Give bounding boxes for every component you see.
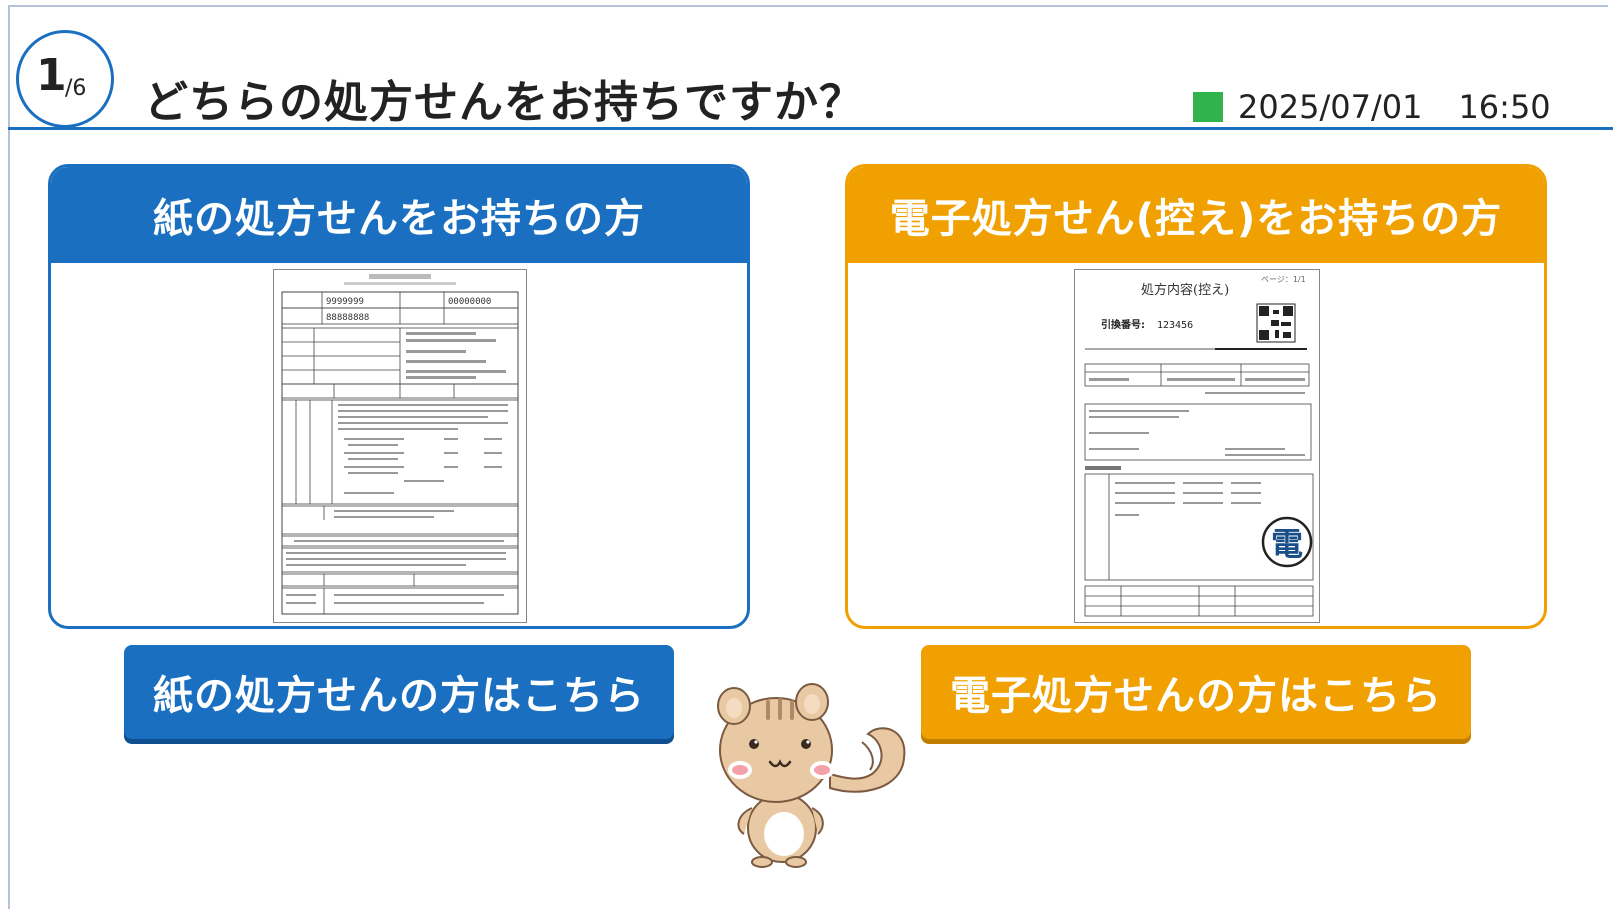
paper-doc-digits-c: 00000000 [448,297,491,307]
current-date: 2025/07/01 [1238,88,1423,126]
step-total: /6 [65,76,87,101]
electronic-prescription-card[interactable]: 電子処方せん(控え)をお持ちの方 処方内容(控え) ページ：1/1 引換番号: … [845,164,1547,629]
paper-prescription-button[interactable]: 紙の処方せんの方はこちら [124,645,674,739]
electronic-prescription-image: 処方内容(控え) ページ：1/1 引換番号: 123456 電 [1074,269,1320,623]
paper-doc-digits-a: 9999999 [326,297,364,307]
electronic-card-title: 電子処方せん(控え)をお持ちの方 [848,167,1544,263]
step-indicator: 1 /6 [16,30,114,128]
current-time: 16:50 [1458,88,1551,126]
qr-code-icon [1256,303,1296,343]
elec-badge-text: 電 [1271,525,1303,563]
elec-doc-title: 処方内容(控え) [1141,282,1229,298]
elec-doc-page: ページ：1/1 [1261,275,1306,284]
elec-doc-ref-number: 123456 [1157,320,1193,331]
paper-card-title: 紙の処方せんをお持ちの方 [51,167,747,263]
status-indicator-icon [1193,92,1223,122]
paper-prescription-image: 9999999 88888888 00000000 [273,269,527,623]
paper-prescription-card[interactable]: 紙の処方せんをお持ちの方 9999999 88888888 00000000 [48,164,750,629]
paper-doc-digits-b: 88888888 [326,313,369,323]
step-current: 1 [36,50,67,101]
elec-doc-ref-label: 引換番号: [1101,318,1145,331]
squirrel-mascot-icon [712,678,922,868]
electronic-badge-icon: 電 [1261,516,1313,568]
electronic-prescription-button[interactable]: 電子処方せんの方はこちら [921,645,1471,739]
page-title: どちらの処方せんをお持ちですか？ [144,77,864,128]
header-divider [8,127,1613,130]
datetime: 2025/07/01 16:50 [1238,88,1551,126]
